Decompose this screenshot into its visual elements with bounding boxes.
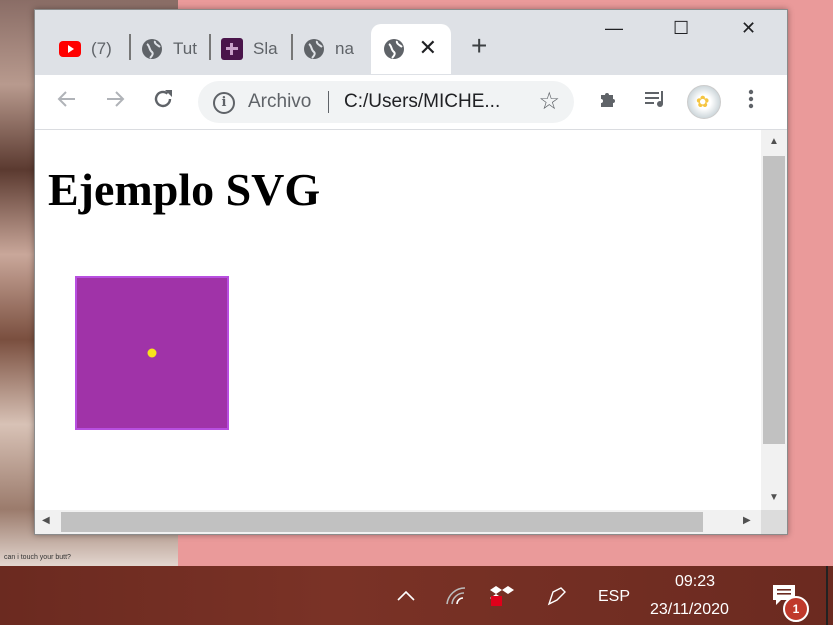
puzzle-icon (601, 93, 615, 107)
playlist-icon (645, 91, 663, 107)
clock-date[interactable]: 23/11/2020 (650, 601, 729, 619)
tab-title: Tut (173, 39, 197, 58)
browser-toolbar: i Archivo C:/Users/MICHE... ☆ ✿ (35, 75, 787, 130)
scroll-left-icon[interactable]: ◀ (42, 515, 50, 526)
tab-na[interactable]: na (303, 24, 365, 74)
address-url[interactable]: C:/Users/MICHE... (344, 91, 500, 113)
svg-example (75, 276, 231, 437)
bookmark-star-icon[interactable]: ☆ (538, 87, 560, 116)
scroll-down-icon[interactable]: ▼ (769, 492, 779, 503)
page-viewport: Ejemplo SVG (35, 130, 761, 510)
media-control-button[interactable] (643, 87, 669, 117)
tab-title: na (335, 39, 354, 58)
clock-time[interactable]: 09:23 (675, 573, 715, 591)
vertical-scrollbar[interactable]: ▲ ▼ (761, 130, 787, 510)
slack-icon (221, 38, 243, 60)
show-desktop-button[interactable] (826, 566, 828, 625)
reload-icon (154, 90, 172, 108)
scroll-right-icon[interactable]: ▶ (743, 515, 751, 526)
show-hidden-icons-button[interactable] (396, 586, 416, 609)
dropbox-button[interactable] (489, 584, 515, 614)
back-button[interactable] (55, 87, 79, 117)
address-separator (328, 91, 329, 113)
tab-title: (7) (91, 39, 112, 58)
pen-button[interactable] (545, 584, 569, 614)
profile-avatar[interactable]: ✿ (687, 85, 721, 119)
tab-tutorial[interactable]: Tut (141, 24, 201, 74)
tab-separator (129, 34, 131, 60)
more-vert-icon (748, 89, 754, 109)
address-scheme-label: Archivo (248, 91, 312, 112)
language-indicator[interactable]: ESP (598, 588, 630, 606)
maximize-button[interactable]: ☐ (673, 18, 689, 39)
page-title: Ejemplo SVG (48, 164, 321, 215)
svg-dot (147, 348, 157, 358)
flower-icon: ✿ (696, 94, 710, 111)
browser-window: (7) Tut Sla na ✕ + — ☐ ✕ i Archivo C:/Us… (34, 9, 788, 535)
new-tab-button[interactable]: + (471, 32, 487, 60)
forward-button[interactable] (103, 87, 127, 117)
scrollbar-corner (761, 510, 787, 534)
wifi-icon (446, 587, 466, 605)
network-button[interactable] (444, 584, 468, 614)
horizontal-scrollbar[interactable]: ◀ ▶ (35, 510, 761, 534)
minimize-button[interactable]: — (605, 18, 623, 39)
globe-icon (142, 39, 162, 59)
reload-button[interactable] (151, 87, 175, 117)
tab-separator (209, 34, 211, 60)
svg-canvas (75, 276, 229, 430)
extensions-button[interactable] (597, 87, 621, 117)
chevron-up-icon (397, 590, 415, 601)
tab-title: Sla (253, 39, 278, 58)
back-arrow-icon (57, 91, 75, 107)
vertical-scroll-thumb[interactable] (763, 156, 785, 444)
globe-icon (384, 39, 404, 59)
tab-youtube[interactable]: (7) (59, 24, 129, 74)
dropbox-icon (490, 586, 514, 606)
tab-strip: (7) Tut Sla na ✕ + — ☐ ✕ (35, 10, 787, 75)
info-icon[interactable]: i (213, 92, 235, 114)
forward-arrow-icon (107, 91, 125, 107)
tab-slack[interactable]: Sla (221, 24, 281, 74)
address-bar[interactable]: i Archivo C:/Users/MICHE... ☆ (198, 81, 574, 123)
scroll-up-icon[interactable]: ▲ (769, 136, 779, 147)
tab-separator (291, 34, 293, 60)
tab-active[interactable]: ✕ (371, 24, 451, 74)
poster-caption: can i touch your butt? (4, 554, 71, 561)
close-tab-icon[interactable]: ✕ (419, 35, 437, 61)
globe-icon (304, 39, 324, 59)
pen-icon (547, 587, 566, 606)
youtube-icon (59, 41, 81, 57)
horizontal-scroll-thumb[interactable] (61, 512, 703, 532)
menu-button[interactable] (747, 87, 755, 117)
close-window-button[interactable]: ✕ (741, 18, 756, 39)
notification-count-badge: 1 (783, 596, 809, 622)
